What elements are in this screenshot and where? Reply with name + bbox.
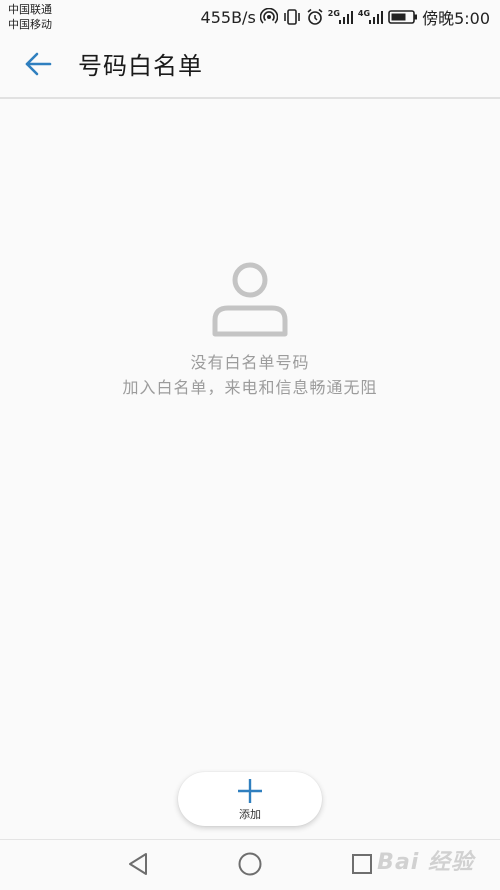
battery-icon <box>388 9 418 25</box>
app-bar-divider <box>0 97 500 99</box>
page-title: 号码白名单 <box>78 52 203 80</box>
signal-icon-sim1: 2G <box>328 9 354 25</box>
navigation-bar: Bai 经验 <box>0 839 500 890</box>
nav-back-button[interactable] <box>124 852 152 880</box>
plus-icon <box>237 778 263 804</box>
hotspot-icon <box>259 8 278 26</box>
signal-icon-sim2: 4G <box>358 9 384 25</box>
empty-state-subtitle: 加入白名单，来电和信息畅通无阻 <box>122 378 378 397</box>
square-recents-icon <box>350 852 374 880</box>
person-outline-icon <box>210 260 290 340</box>
triangle-back-icon <box>127 852 149 880</box>
status-bar: 中国联通 中国移动 455B/s 2G 4G 傍晚5:00 <box>0 0 500 34</box>
arrow-left-icon <box>24 52 52 80</box>
carrier-1: 中国联通 <box>8 3 52 16</box>
net-speed: 455B/s <box>200 7 256 27</box>
add-button[interactable]: 添加 <box>178 772 322 826</box>
circle-home-icon <box>237 851 263 881</box>
nav-recents-button[interactable] <box>348 852 376 880</box>
clock: 傍晚5:00 <box>422 9 490 28</box>
nav-home-button[interactable] <box>236 852 264 880</box>
carrier-labels: 中国联通 中国移动 <box>8 2 52 32</box>
status-icons: 455B/s 2G 4G 傍晚5:00 <box>200 6 490 29</box>
carrier-2: 中国移动 <box>8 18 52 31</box>
vibrate-icon <box>282 8 302 26</box>
watermark: Bai 经验 <box>377 850 474 875</box>
alarm-icon <box>306 8 324 26</box>
app-bar: 号码白名单 <box>0 34 500 98</box>
empty-state-title: 没有白名单号码 <box>190 353 310 372</box>
back-button[interactable] <box>14 46 62 86</box>
add-button-label: 添加 <box>239 808 261 821</box>
